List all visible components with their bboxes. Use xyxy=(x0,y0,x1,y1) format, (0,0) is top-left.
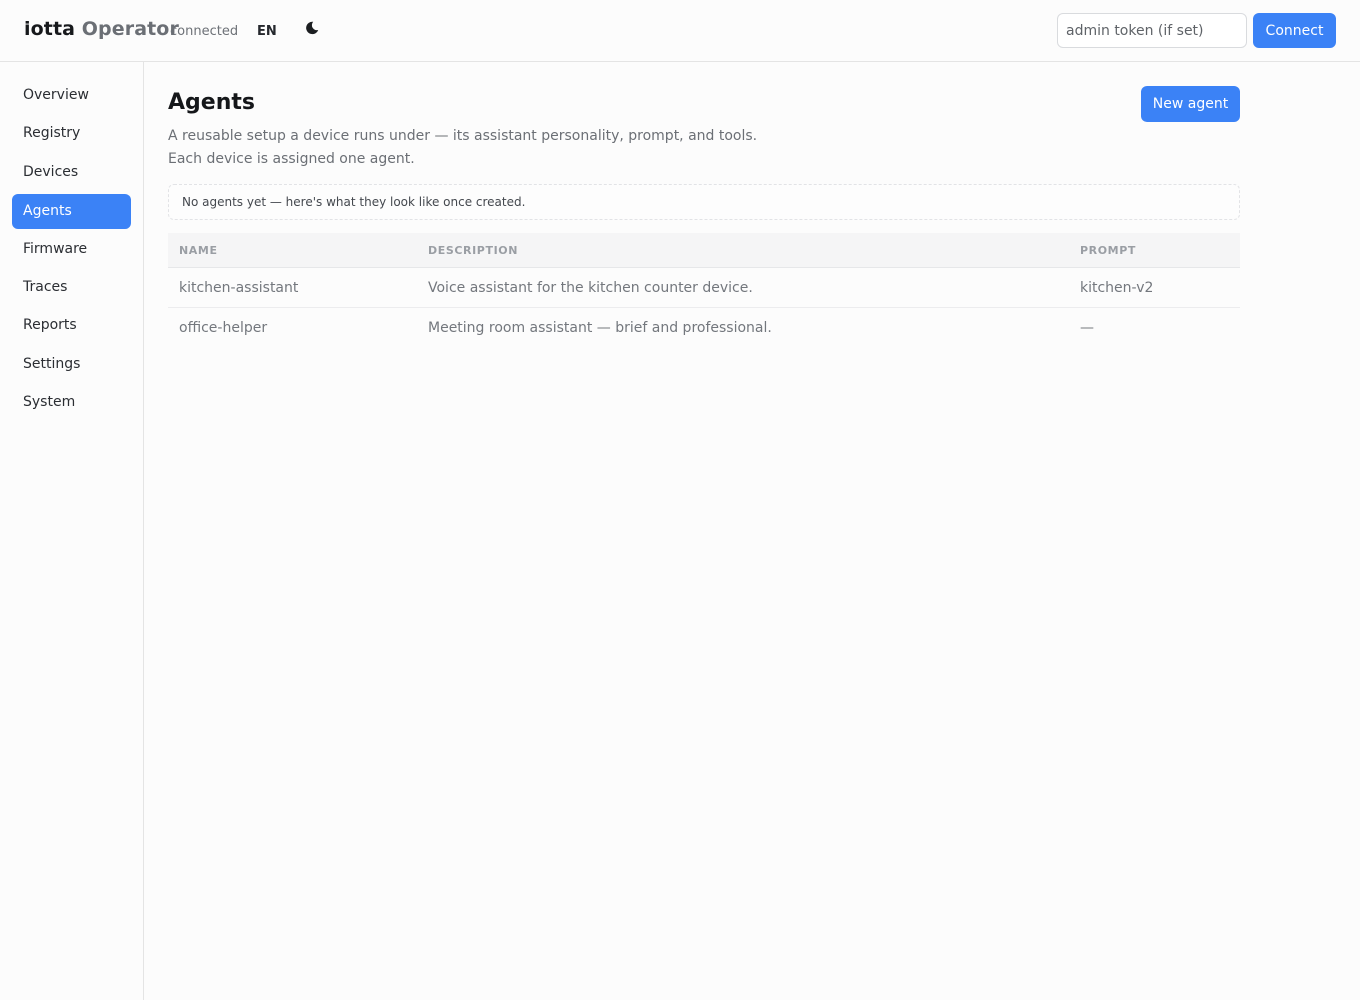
sidebar-item-devices[interactable]: Devices xyxy=(12,155,131,190)
sidebar-item-registry[interactable]: Registry xyxy=(12,116,131,151)
description-line-2: Each device is assigned one agent. xyxy=(168,151,415,167)
description-line-1: A reusable setup a device runs under — i… xyxy=(168,128,758,144)
moon-icon[interactable] xyxy=(303,19,321,37)
sidebar-item-agents[interactable]: Agents xyxy=(12,194,131,229)
column-header-prompt[interactable]: PROMPT xyxy=(1080,233,1136,268)
new-agent-button[interactable]: New agent xyxy=(1141,86,1240,122)
agent-prompt: kitchen-v2 xyxy=(1080,280,1154,296)
agent-name: kitchen-assistant xyxy=(179,280,299,296)
column-header-description[interactable]: DESCRIPTION xyxy=(428,233,518,268)
sidebar-nav: Overview Registry Devices Agents Firmwar… xyxy=(0,62,144,1000)
table-row[interactable]: kitchen-assistant Voice assistant for th… xyxy=(168,268,1240,308)
column-header-name[interactable]: NAME xyxy=(179,233,218,268)
sidebar-item-settings[interactable]: Settings xyxy=(12,347,131,382)
agent-description: Meeting room assistant — brief and profe… xyxy=(428,320,772,336)
admin-token-input[interactable] xyxy=(1057,13,1247,48)
sidebar-item-reports[interactable]: Reports xyxy=(12,308,131,343)
brand-name: iotta xyxy=(24,18,76,40)
brand-suffix: Operator xyxy=(81,18,179,40)
page-description: A reusable setup a device runs under — i… xyxy=(168,125,757,171)
sidebar-item-system[interactable]: System xyxy=(12,385,131,420)
language-toggle[interactable]: EN xyxy=(257,24,277,39)
top-bar: iotta Operator connected EN Connect xyxy=(0,0,1360,62)
table-header: NAME DESCRIPTION PROMPT xyxy=(168,233,1240,268)
connect-button[interactable]: Connect xyxy=(1253,13,1336,48)
agent-name: office-helper xyxy=(179,320,268,336)
sidebar-item-firmware[interactable]: Firmware xyxy=(12,232,131,267)
agent-description: Voice assistant for the kitchen counter … xyxy=(428,280,753,296)
sidebar-item-overview[interactable]: Overview xyxy=(12,78,131,113)
sidebar-item-traces[interactable]: Traces xyxy=(12,270,131,305)
agent-prompt: — xyxy=(1080,320,1094,336)
page-title: Agents xyxy=(168,90,255,115)
table-row[interactable]: office-helper Meeting room assistant — b… xyxy=(168,308,1240,348)
connection-status: connected xyxy=(170,24,239,39)
agents-table: NAME DESCRIPTION PROMPT kitchen-assistan… xyxy=(168,233,1240,348)
app-brand: iotta Operator xyxy=(24,18,179,40)
empty-state-note: No agents yet — here's what they look li… xyxy=(168,184,1240,220)
